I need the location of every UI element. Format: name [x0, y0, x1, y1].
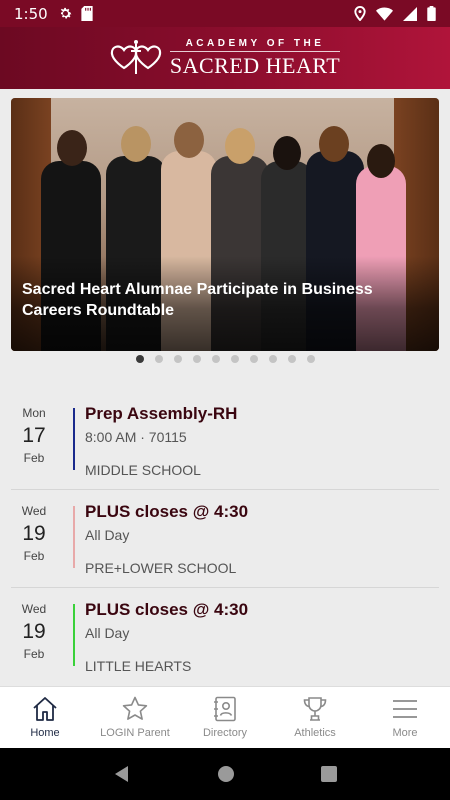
carousel-dot[interactable]: [173, 355, 182, 363]
carousel-dot[interactable]: [230, 355, 239, 363]
star-icon: [122, 696, 148, 720]
home-circle-icon[interactable]: [217, 765, 235, 783]
event-title: PLUS closes @ 4:30: [85, 502, 249, 521]
photo-head: [174, 122, 204, 158]
gear-icon: [60, 7, 72, 19]
event-item[interactable]: Wed 19 Feb PLUS closes @ 4:30 All Day LI…: [11, 588, 439, 686]
tab-label: Directory: [202, 727, 247, 739]
event-time: All Day: [85, 527, 130, 543]
tab-label: More: [392, 727, 418, 739]
app-header: ACADEMY OF THE SACRED HEART: [0, 27, 450, 89]
carousel-pagination: [0, 355, 450, 363]
tab-login-parent[interactable]: LOGIN Parent: [90, 687, 180, 748]
event-month: Feb: [23, 647, 45, 661]
recents-icon[interactable]: [321, 766, 337, 782]
events-list: Mon 17 Feb Prep Assembly-RH 8:00 AM · 70…: [11, 392, 439, 686]
sd-card-icon: [81, 6, 93, 21]
event-day: 17: [22, 424, 46, 447]
event-category-bar: [73, 408, 75, 470]
trophy-icon: [303, 697, 327, 721]
tab-home[interactable]: Home: [0, 687, 90, 748]
home-icon: [33, 697, 57, 721]
logo-divider: [169, 50, 341, 52]
event-title: PLUS closes @ 4:30: [85, 600, 249, 619]
event-month: Feb: [23, 549, 45, 563]
carousel-dot[interactable]: [306, 355, 315, 363]
event-weekday: Wed: [21, 504, 47, 518]
carousel-dot[interactable]: [154, 355, 163, 363]
news-caption[interactable]: Sacred Heart Alumnae Participate in Busi…: [22, 279, 422, 321]
status-bar: 1:50: [0, 0, 450, 27]
event-time: 8:00 AM · 70115: [85, 429, 187, 445]
menu-icon: [393, 700, 417, 718]
logo-bottom-text: SACRED HEART: [169, 52, 341, 78]
event-weekday: Wed: [21, 602, 47, 616]
carousel-dot[interactable]: [268, 355, 277, 363]
location-icon: [354, 6, 366, 21]
contact-card-icon: [214, 696, 236, 722]
event-date: Wed 19 Feb: [11, 602, 57, 661]
signal-icon: [403, 6, 417, 21]
event-category-bar: [73, 506, 75, 568]
event-item[interactable]: Wed 19 Feb PLUS closes @ 4:30 All Day PR…: [11, 490, 439, 588]
back-icon[interactable]: [113, 765, 131, 783]
event-time: All Day: [85, 625, 130, 641]
sacred-heart-emblem-icon: [110, 40, 161, 74]
event-date: Mon 17 Feb: [11, 406, 57, 465]
photo-head: [57, 130, 87, 166]
photo-head: [367, 144, 395, 178]
event-day: 19: [22, 620, 46, 643]
logo-top-text: ACADEMY OF THE: [185, 37, 325, 49]
carousel-dot[interactable]: [287, 355, 296, 363]
battery-icon: [427, 6, 436, 21]
event-category: MIDDLE SCHOOL: [85, 462, 201, 478]
tab-athletics[interactable]: Athletics: [270, 687, 360, 748]
event-category-bar: [73, 604, 75, 666]
event-category: LITTLE HEARTS: [85, 658, 192, 674]
bottom-tab-bar: Home LOGIN Parent Directory Athletics Mo…: [0, 686, 450, 748]
event-day: 19: [22, 522, 46, 545]
status-time: 1:50: [14, 4, 48, 23]
carousel-dot[interactable]: [135, 355, 144, 363]
photo-head: [121, 126, 151, 162]
event-category: PRE+LOWER SCHOOL: [85, 560, 237, 576]
event-date: Wed 19 Feb: [11, 504, 57, 563]
tab-label: Home: [30, 727, 60, 739]
event-weekday: Mon: [22, 406, 46, 420]
photo-head: [273, 136, 301, 170]
school-logo: ACADEMY OF THE SACRED HEART: [110, 36, 341, 80]
event-item[interactable]: Mon 17 Feb Prep Assembly-RH 8:00 AM · 70…: [11, 392, 439, 490]
tab-label: Athletics: [294, 727, 336, 739]
event-month: Feb: [23, 451, 45, 465]
carousel-dot[interactable]: [249, 355, 258, 363]
tab-more[interactable]: More: [360, 687, 450, 748]
wifi-icon: [376, 6, 393, 21]
carousel-dot[interactable]: [211, 355, 220, 363]
tab-directory[interactable]: Directory: [180, 687, 270, 748]
event-title: Prep Assembly-RH: [85, 404, 238, 423]
photo-head: [319, 126, 349, 162]
news-carousel-slide[interactable]: Sacred Heart Alumnae Participate in Busi…: [11, 98, 439, 351]
carousel-dot[interactable]: [192, 355, 201, 363]
tab-label: LOGIN Parent: [100, 727, 170, 739]
photo-head: [225, 128, 255, 164]
system-nav-bar: [0, 748, 450, 800]
